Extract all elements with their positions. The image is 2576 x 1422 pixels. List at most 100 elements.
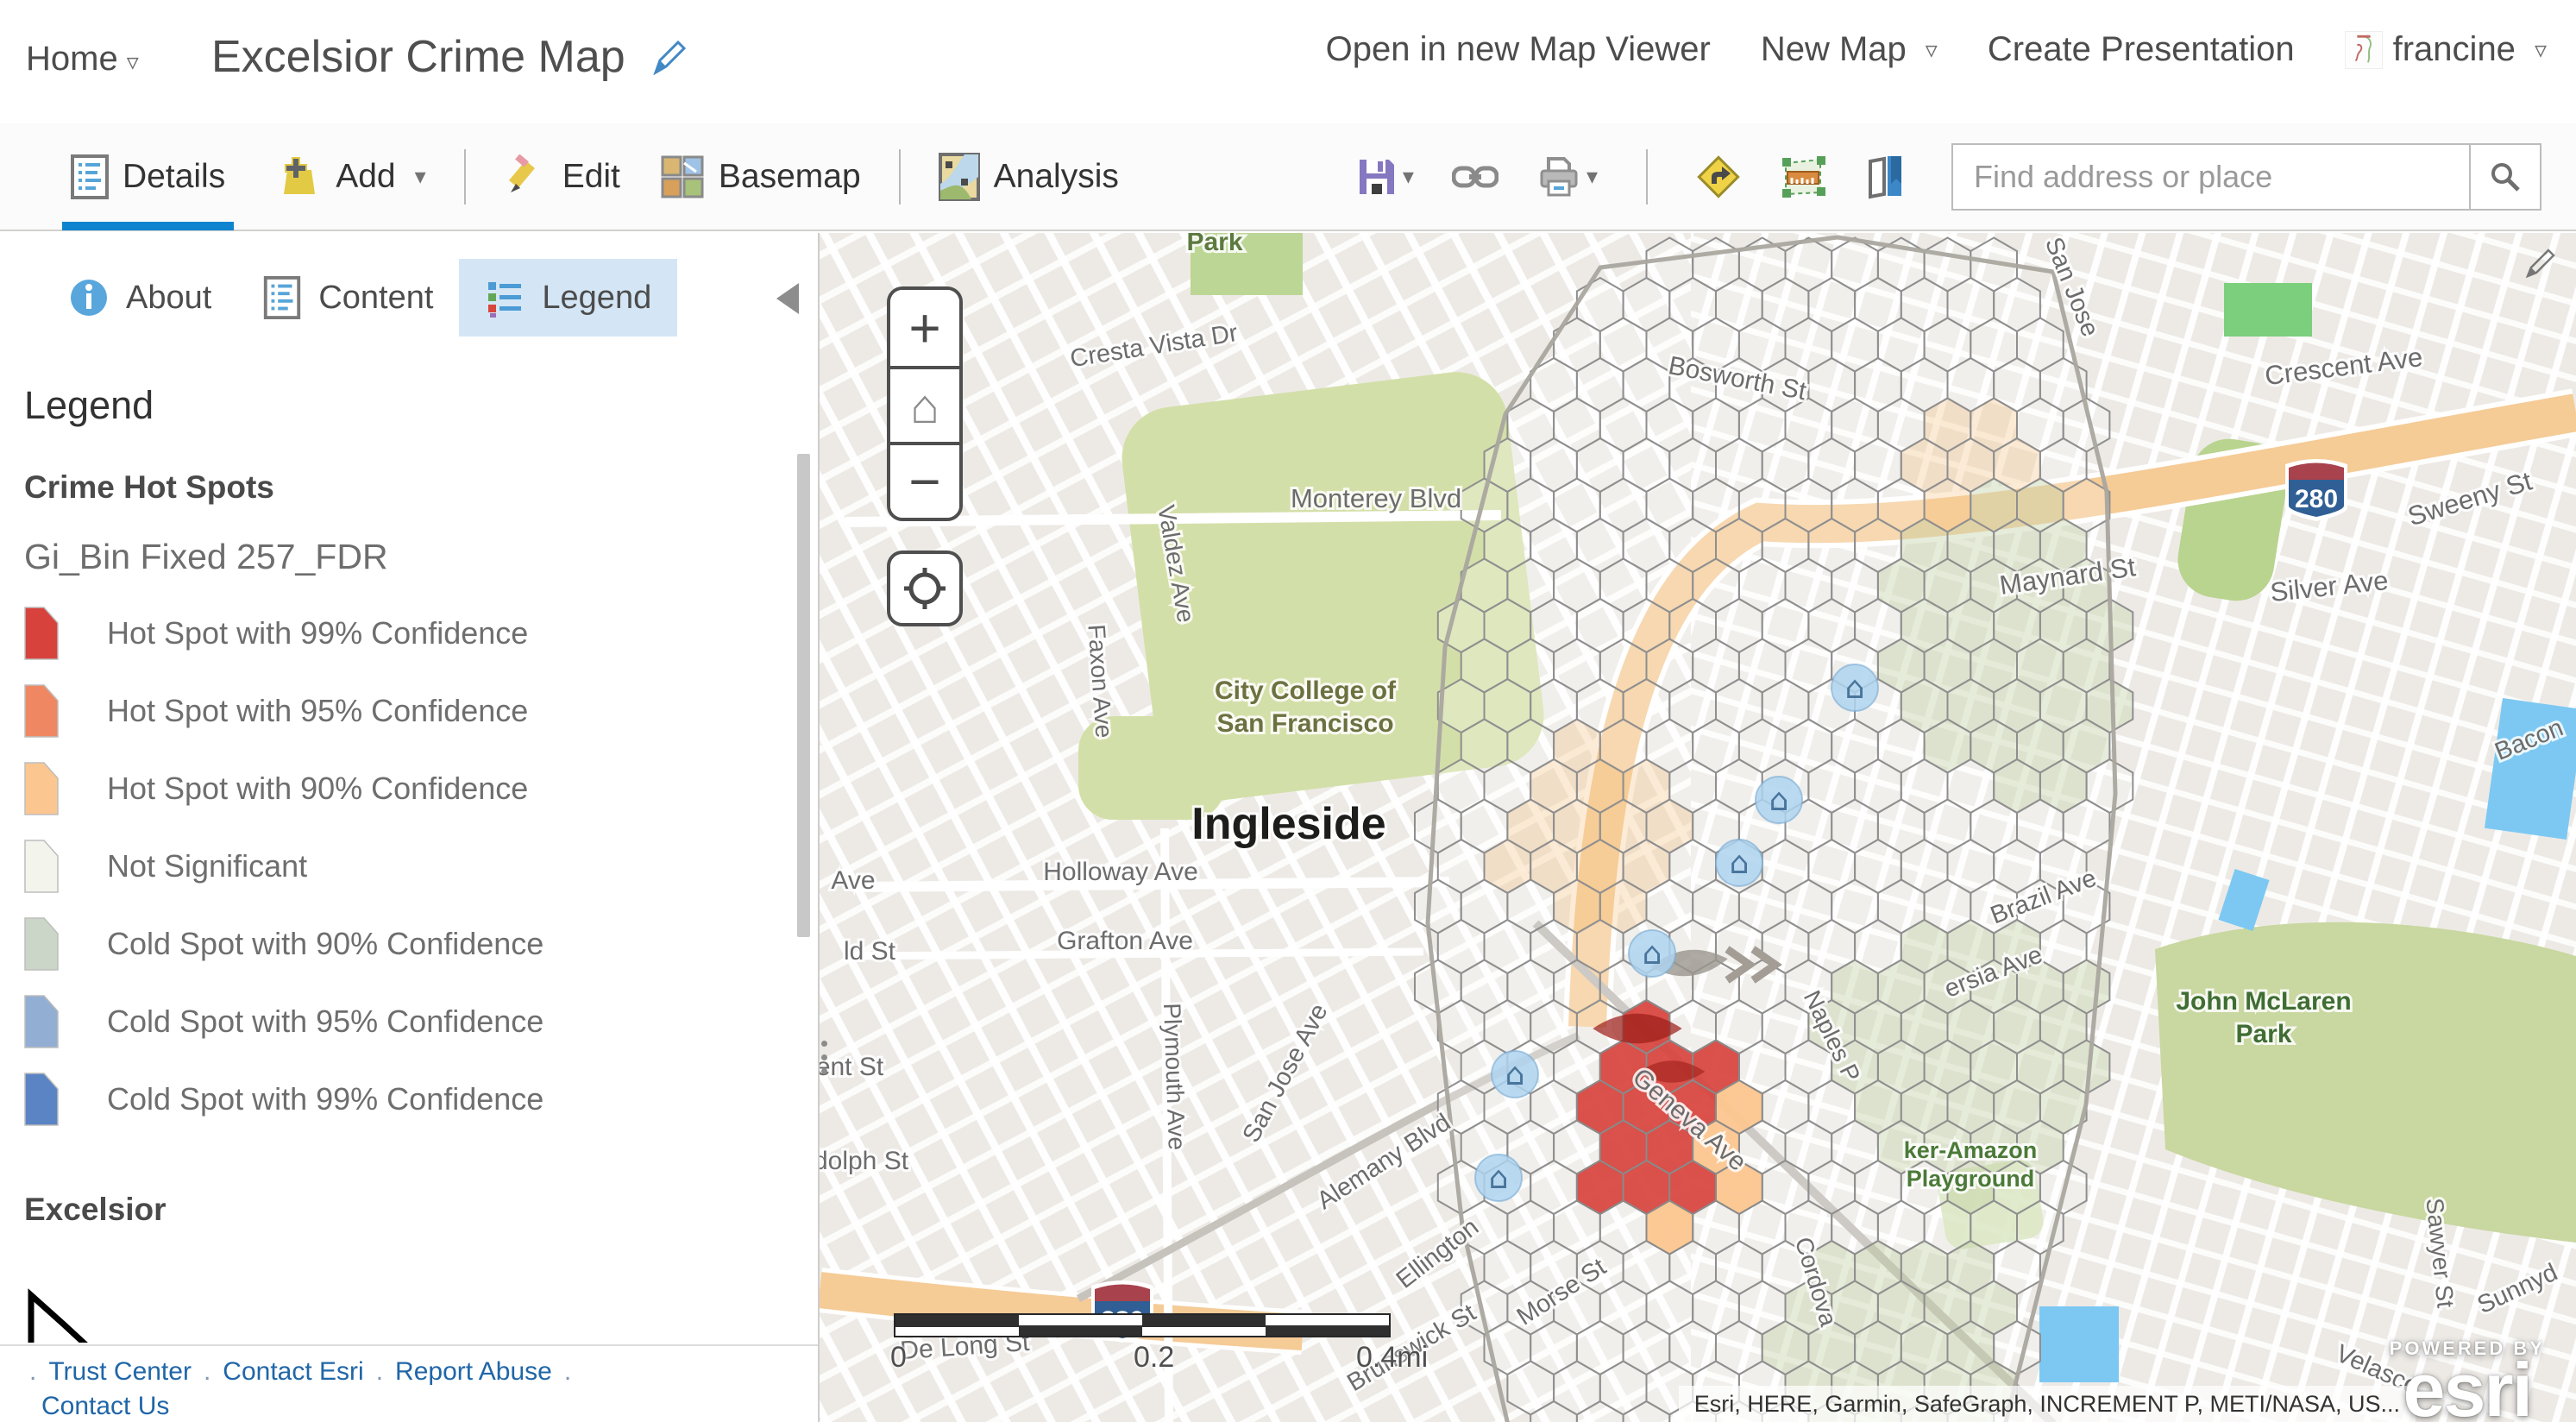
poi-cluster-icon[interactable]: ⌂ <box>1716 840 1762 886</box>
map-label: Plymouth Ave <box>1159 1003 1191 1151</box>
scale-label-mid: 0.2 <box>1134 1341 1174 1375</box>
measure-icon <box>1779 154 1827 199</box>
panel-resize-handle[interactable] <box>821 1041 827 1074</box>
poi-cluster-icon[interactable]: ⌂ <box>1475 1155 1522 1201</box>
layer-title: Crime Hot Spots <box>24 469 766 506</box>
attribution-text: Esri, HERE, Garmin, SafeGraph, INCREMENT… <box>1694 1391 2400 1418</box>
zoom-out-button[interactable]: − <box>890 442 959 518</box>
username-label: francine <box>2393 30 2516 69</box>
analysis-button[interactable]: Analysis <box>930 123 1128 230</box>
map-attribution: Esri, HERE, Garmin, SafeGraph, INCREMENT… <box>1679 1386 2416 1422</box>
add-button[interactable]: Add ▾ <box>268 123 434 230</box>
footer-link[interactable]: Contact Esri <box>223 1357 363 1386</box>
layer-title-excelsior: Excelsior <box>24 1192 766 1228</box>
edit-title-pencil-icon[interactable] <box>650 37 689 77</box>
dot-separator: . <box>204 1357 210 1386</box>
scrollbar-thumb[interactable] <box>797 454 810 937</box>
tab-content-label: Content <box>318 280 433 317</box>
footer-link[interactable]: Report Abuse <box>395 1357 552 1386</box>
new-map-label: New Map <box>1761 30 1907 69</box>
svg-text:⌂: ⌂ <box>1643 936 1662 972</box>
legend-class-label: Hot Spot with 99% Confidence <box>107 615 528 651</box>
map-label: ld St <box>844 937 896 966</box>
share-link-button[interactable] <box>1452 162 1498 192</box>
tab-about[interactable]: About <box>43 259 237 337</box>
open-in-new-map-viewer-link[interactable]: Open in new Map Viewer <box>1326 30 1711 69</box>
save-icon <box>1356 156 1398 198</box>
dot-separator: . <box>29 1357 36 1386</box>
search-input[interactable] <box>1951 143 2469 211</box>
bookmarks-icon <box>1865 154 1907 199</box>
chevron-down-icon: ▿ <box>2535 35 2547 64</box>
legend-class-label: Cold Spot with 90% Confidence <box>107 926 543 962</box>
basemap-label: Basemap <box>719 158 861 196</box>
legend-swatch-icon <box>24 1073 59 1126</box>
edit-label: Edit <box>562 158 620 196</box>
legend-item: Cold Spot with 95% Confidence <box>24 995 766 1048</box>
default-extent-button[interactable]: ⌂ <box>890 366 959 442</box>
map-label: Ingleside <box>1191 799 1385 849</box>
user-menu[interactable]: francine ▿ <box>2345 30 2547 69</box>
poi-cluster-icon[interactable]: ⌂ <box>1756 777 1802 823</box>
print-button[interactable]: ▾ <box>1536 155 1598 198</box>
caret-down-icon: ▾ <box>1586 163 1598 190</box>
sidebar-scrollbar[interactable]: ▾ <box>795 423 813 1327</box>
map-label: Holloway Ave <box>1043 858 1198 886</box>
find-my-location-button[interactable] <box>887 551 963 626</box>
about-info-icon <box>69 278 109 318</box>
sidebar-footer: . Trust Center. Contact Esri. Report Abuse.… <box>0 1344 818 1422</box>
top-header: Home▿ Excelsior Crime Map Open in new Ma… <box>0 0 2576 123</box>
details-button[interactable]: Details <box>62 123 234 230</box>
legend-swatch-icon <box>24 762 59 815</box>
map-title: Excelsior Crime Map <box>211 31 625 83</box>
esri-brand-label: esri <box>2390 1360 2545 1420</box>
bookmarks-button[interactable] <box>1865 154 1907 199</box>
map-edit-icon[interactable] <box>2524 245 2559 280</box>
new-map-menu[interactable]: New Map▿ <box>1761 30 1938 69</box>
excelsior-boundary-swatch-icon <box>24 1288 93 1343</box>
legend-field-name: Gi_Bin Fixed 257_FDR <box>24 537 766 577</box>
save-button[interactable]: ▾ <box>1356 156 1414 198</box>
poi-cluster-icon[interactable]: ⌂ <box>1629 930 1675 977</box>
sidebar-tabs: About Content <box>43 257 677 338</box>
basemap-icon <box>660 154 705 199</box>
dot-separator: . <box>564 1357 571 1386</box>
map-label: Park <box>1186 233 1242 256</box>
measure-button[interactable] <box>1779 154 1827 199</box>
create-presentation-link[interactable]: Create Presentation <box>1988 30 2295 69</box>
map-label: San Francisco <box>1216 709 1393 738</box>
dot-separator: . <box>376 1357 383 1386</box>
edit-pencil-icon <box>504 154 549 199</box>
footer-link[interactable]: Trust Center <box>48 1357 192 1386</box>
scale-bar: 0 0.2 0.4mi <box>894 1313 1411 1379</box>
zoom-in-button[interactable]: + <box>890 290 959 366</box>
directions-button[interactable] <box>1696 154 1741 199</box>
home-label: Home <box>26 40 118 78</box>
analysis-icon <box>939 153 980 201</box>
collapse-panel-arrow[interactable] <box>776 283 799 314</box>
edit-button[interactable]: Edit <box>495 123 629 230</box>
legend-class-label: Not Significant <box>107 848 307 884</box>
basemap-button[interactable]: Basemap <box>651 123 870 230</box>
tab-legend[interactable]: Legend <box>459 259 677 337</box>
scale-label-max: 0.4mi <box>1356 1341 1428 1375</box>
directions-icon <box>1696 154 1741 199</box>
legend-class-label: Cold Spot with 99% Confidence <box>107 1081 543 1117</box>
legend-panel-title: Legend <box>24 383 766 428</box>
poi-cluster-icon[interactable]: ⌂ <box>1492 1051 1538 1098</box>
home-menu[interactable]: Home▿ <box>26 40 139 79</box>
poi-cluster-icon[interactable]: ⌂ <box>1831 664 1878 711</box>
zoom-controls: + ⌂ − <box>887 286 963 521</box>
map-canvas[interactable]: ⌂⌂⌂⌂⌂⌂280280ParkCresta Vista DrBosworth … <box>820 233 2576 1422</box>
legend-class-label: Hot Spot with 90% Confidence <box>107 771 528 807</box>
tab-legend-label: Legend <box>542 280 651 317</box>
svg-text:⌂: ⌂ <box>1505 1057 1525 1092</box>
create-presentation-label: Create Presentation <box>1988 30 2295 69</box>
legend-swatch-icon <box>24 840 59 893</box>
map-label: ker-Amazon <box>1904 1137 2038 1163</box>
legend-panel: Legend Crime Hot Spots Gi_Bin Fixed 257_… <box>24 371 766 1343</box>
footer-link[interactable]: Contact Us <box>41 1392 169 1420</box>
interstate-shield-280: 280 <box>2285 459 2347 521</box>
search-button[interactable] <box>2469 143 2541 211</box>
tab-content[interactable]: Content <box>237 257 459 338</box>
